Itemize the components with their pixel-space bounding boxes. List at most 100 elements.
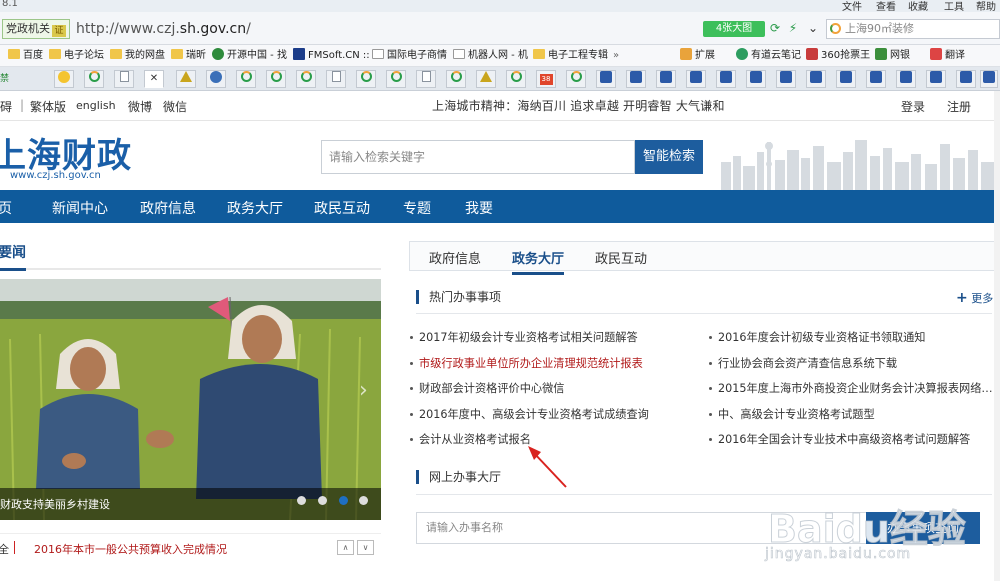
chevron-down-icon[interactable]: ⌄ [806,21,820,35]
browser-tab[interactable] [326,70,346,88]
carousel-dot-2[interactable] [318,496,327,505]
ticker-headline[interactable]: 2016年本市一般公共预算收入完成情况 [34,541,227,557]
browser-tab[interactable]: 38 [536,70,556,88]
browser-tab[interactable] [476,70,496,88]
hot-item-right-1[interactable]: 2016年度会计初级专业资格证书领取通知 [708,329,925,345]
browser-tab[interactable] [266,70,286,88]
topbar-link-accessibility[interactable]: 碍 [0,98,12,115]
nav-home[interactable]: 页 [0,198,12,218]
browser-tab[interactable] [596,70,616,88]
hot-item-right-4[interactable]: 中、高级会计专业资格考试题型 [709,406,875,422]
browser-tab[interactable] [296,70,316,88]
hot-item-left-5[interactable]: 会计从业资格考试报名 [410,431,531,447]
carousel-dot-4[interactable] [359,496,368,505]
close-tab-icon[interactable]: ✕ [150,73,158,84]
browser-tab[interactable] [926,70,946,88]
url-field[interactable]: http://www.czj.sh.gov.cn/ [76,19,696,39]
bookmark-my-drive[interactable]: 我的网盘 [110,48,165,63]
browser-tab[interactable] [866,70,886,88]
site-search-input[interactable]: 请输入检索关键字 [321,140,635,174]
bookmarks-overflow-icon[interactable]: » [613,48,619,63]
toolbar-360-ticket[interactable]: 360抢票王 [806,48,870,63]
tab-service-hall[interactable]: 政务大厅 [512,248,565,275]
tab-interaction[interactable]: 政民互动 [595,248,647,267]
browser-tab[interactable] [806,70,826,88]
site-search-button[interactable]: 智能检索 [635,140,703,174]
browser-tab[interactable] [386,70,406,88]
bookmark-eet[interactable]: 电子工程专辑 [533,48,608,63]
browser-tab[interactable] [776,70,796,88]
browser-tab[interactable] [566,70,586,88]
hot-item-left-4[interactable]: 2016年度中、高级会计专业资格考试成绩查询 [410,406,649,422]
bookmark-ruixin[interactable]: 瑞昕 [171,48,206,63]
browser-tab[interactable] [236,70,256,88]
browser-search-input[interactable]: 上海90㎡装修 [826,19,1000,39]
carousel-dot-3[interactable] [339,496,348,505]
hot-item-left-2[interactable]: 市级行政事业单位所办企业清理规范统计报表 [410,355,643,371]
browser-tab[interactable] [836,70,856,88]
service-query-button[interactable]: 办事事项查询 [866,512,980,544]
carousel-next-icon[interactable]: › [359,379,373,403]
more-link[interactable]: + 更多 [956,290,993,306]
register-link[interactable]: 注册 [947,98,971,115]
nav-topics[interactable]: 专题 [403,198,431,218]
browser-tab[interactable] [506,70,526,88]
bookmark-oschina[interactable]: 开源中国 - 找 [212,48,287,63]
tab-favicon-icon [331,71,341,82]
browser-tab[interactable] [446,70,466,88]
browser-tab[interactable] [686,70,706,88]
page-scrollbar[interactable] [994,91,1000,581]
bookmark-robot-net[interactable]: 机器人网 - 机 [453,48,528,63]
browser-tab[interactable] [956,70,976,88]
browser-tab[interactable] [416,70,436,88]
hot-item-right-2[interactable]: 行业协会商会资产清查信息系统下载 [708,355,897,371]
topbar-link-wechat[interactable]: 微信 [163,98,187,115]
bookmark-baidu[interactable]: 百度 [8,48,43,63]
image-mode-badge[interactable]: 4张大图 [703,21,765,37]
ticker-down-icon[interactable]: ∨ [357,540,374,555]
topbar-link-weibo[interactable]: 微博 [128,98,152,115]
browser-tab[interactable] [746,70,766,88]
browser-tab[interactable] [896,70,916,88]
browser-tab-active[interactable]: ✕ [144,70,164,88]
nav-news-center[interactable]: 新闻中心 [52,198,108,218]
bookmark-fmsoft[interactable]: FMSoft.CN :: [293,48,370,63]
browser-tab[interactable] [114,70,134,88]
browser-tab[interactable] [716,70,736,88]
topbar-link-english[interactable]: english [76,99,116,112]
toolbar-youdao-note[interactable]: 有道云笔记 [736,48,801,63]
browser-tab[interactable] [626,70,646,88]
site-identity-chip[interactable]: 党政机关证 [2,19,70,39]
toolbar-online-banking[interactable]: 网银 [875,48,910,63]
toolbar-extensions[interactable]: 扩展 [680,48,715,63]
bookmark-electronics-forum[interactable]: 电子论坛 [49,48,104,63]
hot-item-right-5[interactable]: 2016年全国会计专业技术中高级资格考试问题解答 [708,431,970,447]
browser-tab[interactable] [356,70,376,88]
nav-interaction[interactable]: 政民互动 [314,198,370,218]
hot-item-left-3[interactable]: 财政部会计资格评价中心微信 [409,380,564,396]
nav-gov-info[interactable]: 政府信息 [140,198,196,218]
refresh-icon[interactable]: ⟳ [768,21,782,35]
lightning-icon[interactable]: ⚡ [786,21,800,35]
browser-tab[interactable] [176,70,196,88]
login-link[interactable]: 登录 [901,98,925,115]
tab-first-label[interactable]: 禁 [0,71,16,87]
hot-item-right-3[interactable]: 2015年度上海市外商投资企业财务会计决算报表网络… [709,380,993,396]
topbar-link-traditional[interactable]: 繁体版 [30,98,66,115]
nav-service-hall[interactable]: 政务大厅 [227,198,283,218]
browser-tab[interactable] [54,70,74,88]
browser-tab[interactable] [84,70,104,88]
browser-tab[interactable] [656,70,676,88]
carousel-dot-1[interactable] [297,496,306,505]
toolbar-translate[interactable]: 翻译 [930,48,965,63]
browser-tab[interactable] [206,70,226,88]
ticker-up-icon[interactable]: ∧ [337,540,354,555]
tab-gov-info[interactable]: 政府信息 [429,248,481,267]
bookmark-esmchina[interactable]: 国际电子商情 [372,48,447,63]
bookmark-label: 国际电子商情 [387,50,447,61]
nav-i-want[interactable]: 我要 [465,198,493,218]
carousel-caption[interactable]: 财政支持美丽乡村建设 [0,496,110,512]
hot-item-left-1[interactable]: 2017年初级会计专业资格考试相关问题解答 [410,329,638,345]
news-carousel[interactable]: › 财政支持美丽乡村建设 [0,279,381,520]
browser-tab[interactable] [980,70,998,88]
